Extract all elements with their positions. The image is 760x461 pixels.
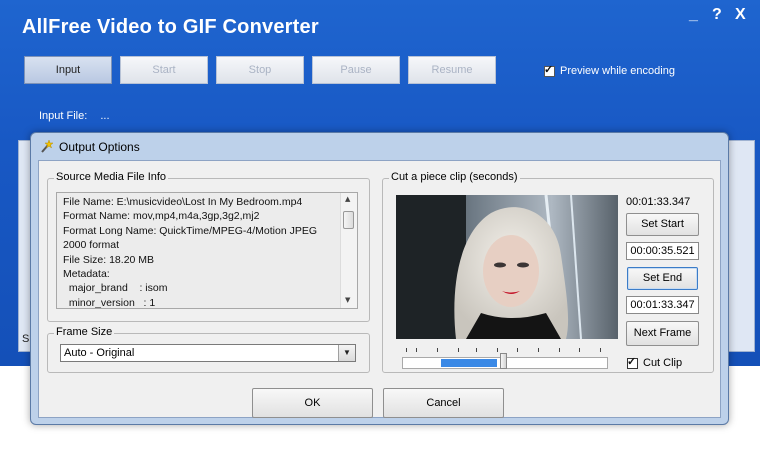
scroll-down-icon[interactable]: ▼ (345, 296, 350, 304)
pause-button[interactable]: Pause (312, 56, 400, 84)
timeline-tick (537, 348, 539, 352)
end-time-field[interactable]: 00:01:33.347 (626, 296, 699, 314)
ok-button[interactable]: OK (252, 388, 373, 418)
input-file-value: ... (100, 110, 110, 122)
cut-clip-group-label: Cut a piece clip (seconds) (389, 171, 520, 183)
stop-button[interactable]: Stop (216, 56, 304, 84)
source-info-textbox[interactable]: File Name: E:\musicvideo\Lost In My Bedr… (56, 192, 358, 309)
scrollbar-thumb[interactable] (343, 211, 354, 229)
preview-label: Preview while encoding (560, 65, 675, 77)
source-info-group-label: Source Media File Info (54, 171, 169, 183)
checkbox-icon[interactable]: ✓ (627, 356, 638, 369)
timeline-tick (406, 348, 408, 352)
frame-size-value: Auto - Original (64, 347, 135, 359)
next-frame-button[interactable]: Next Frame (626, 321, 699, 346)
set-start-button[interactable]: Set Start (626, 213, 699, 236)
preview-while-encoding-checkbox[interactable]: ✓ Preview while encoding (544, 64, 675, 77)
source-info-scrollbar[interactable]: ▲ ▼ (340, 193, 357, 308)
duration-text: 00:01:33.347 (626, 196, 691, 208)
slider-thumb[interactable] (499, 353, 507, 369)
source-info-line: major_brand : isom (63, 282, 168, 295)
source-info-text: File Name: E:\musicvideo\Lost In My Bedr… (63, 195, 318, 309)
start-button[interactable]: Start (120, 56, 208, 84)
frame-size-group-label: Frame Size (54, 326, 115, 338)
minimize-button[interactable]: _ (689, 6, 698, 24)
source-info-group: Source Media File Info File Name: E:\mus… (47, 171, 370, 322)
source-info-line: File Name: E:\musicvideo\Lost In My Bedr… (63, 196, 303, 208)
timeline-tick (476, 348, 478, 352)
source-info-line: Format Name: mov,mp4,m4a,3gp,3g2,mj2 (63, 210, 260, 223)
source-info-line: Metadata: (63, 268, 110, 281)
timeline-tick (437, 348, 439, 352)
video-preview (396, 195, 618, 339)
dialog-titlebar: Output Options (39, 139, 140, 154)
cancel-button[interactable]: Cancel (383, 388, 504, 418)
clip-range-slider[interactable] (402, 353, 608, 370)
dialog-title: Output Options (59, 140, 140, 154)
timeline-tick (416, 348, 418, 352)
timeline-tick (457, 348, 459, 352)
scroll-up-icon[interactable]: ▲ (345, 195, 350, 203)
selected-range (441, 359, 497, 367)
close-button[interactable]: X (735, 6, 746, 24)
background-label: S (22, 333, 30, 345)
timeline-tick (599, 348, 601, 352)
source-info-line: 2000 format (63, 239, 120, 252)
app-title: AllFree Video to GIF Converter (22, 16, 319, 38)
set-end-button[interactable]: Set End (627, 267, 698, 290)
cut-clip-group: Cut a piece clip (seconds) 00:01:33.347 … (382, 171, 714, 373)
help-button[interactable]: ? (712, 6, 722, 24)
dialog-body: Source Media File Info File Name: E:\mus… (38, 160, 721, 418)
checkbox-icon[interactable]: ✓ (544, 64, 555, 77)
timeline-tick (517, 348, 519, 352)
input-button[interactable]: Input (24, 56, 112, 84)
source-info-line: minor_version : 1 (63, 296, 156, 309)
cut-clip-checkbox[interactable]: ✓ Cut Clip (627, 356, 683, 369)
source-info-line: File Size: 18.20 MB (63, 253, 155, 266)
timeline-tick (579, 348, 581, 352)
resume-button[interactable]: Resume (408, 56, 496, 84)
input-file-label: Input File: (39, 110, 88, 122)
start-time-field[interactable]: 00:00:35.521 (626, 242, 699, 260)
timeline-tick (496, 348, 498, 352)
magic-wand-icon (39, 139, 54, 154)
frame-size-group: Frame Size Auto - Original ▼ (47, 326, 370, 373)
timeline-tick (558, 348, 560, 352)
source-info-line: Format Long Name: QuickTime/MPEG-4/Motio… (63, 224, 318, 237)
frame-size-select[interactable]: Auto - Original ▼ (60, 344, 356, 362)
input-file-row: Input File: ... (39, 110, 110, 122)
output-options-dialog: Output Options Source Media File Info Fi… (30, 132, 729, 425)
cut-clip-label: Cut Clip (643, 357, 683, 369)
chevron-down-icon[interactable]: ▼ (338, 345, 355, 361)
